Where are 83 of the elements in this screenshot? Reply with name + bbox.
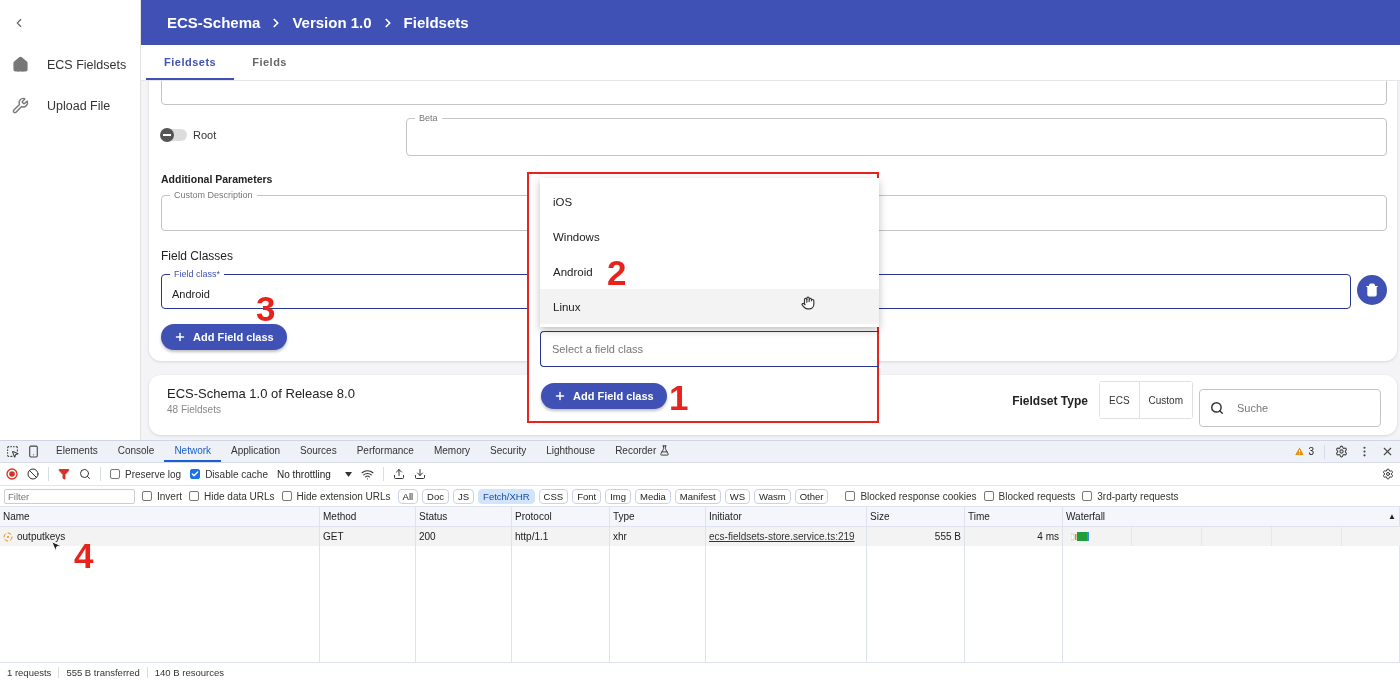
column-header[interactable]: Initiator — [706, 507, 867, 527]
checkbox-option[interactable]: Hide extension URLs — [281, 490, 391, 502]
devtools-tab[interactable]: Lighthouse — [536, 441, 606, 462]
beta-field[interactable]: Beta — [406, 114, 1387, 156]
search-placeholder: Suche — [1237, 402, 1269, 414]
menu-option[interactable]: Linux — [540, 289, 879, 324]
type-filter-chip[interactable]: CSS — [538, 488, 569, 504]
field-placeholder: Select a field class — [552, 343, 644, 355]
devtools-tab[interactable]: Sources — [290, 441, 347, 462]
type-filter-chip[interactable]: Font — [572, 488, 602, 504]
table-cell: xhr — [610, 527, 706, 546]
field-label: Beta — [418, 114, 439, 123]
checkbox-option[interactable]: Blocked requests — [983, 490, 1076, 502]
checkbox-option[interactable]: Hide data URLs — [189, 490, 275, 502]
menu-option[interactable]: iOS — [540, 184, 879, 219]
devtools-tab[interactable]: Application — [221, 441, 290, 462]
sidebar-item[interactable]: ECS Fieldsets — [12, 44, 140, 85]
field-label: Field class* — [173, 270, 221, 279]
devtools-tab[interactable]: Memory — [423, 441, 481, 462]
menu-option[interactable]: Windows — [540, 219, 879, 254]
type-filter-chip[interactable]: JS — [453, 488, 475, 504]
devtools-tab[interactable]: Network — [164, 441, 222, 462]
sort-indicator: ▲ — [1388, 512, 1396, 521]
devtools-tab[interactable]: Security — [480, 441, 537, 462]
status-text: 1 requests — [0, 666, 60, 678]
field-class-field[interactable]: Select a field class — [540, 331, 879, 367]
checkbox-option[interactable]: Blocked response cookies — [845, 490, 977, 502]
column-header[interactable]: Waterfall ▲ — [1063, 507, 1400, 527]
column-header[interactable]: Name — [0, 507, 320, 527]
filter-placeholder: Filter — [8, 490, 30, 502]
warning-count[interactable]: 3 — [1308, 446, 1314, 457]
table-cell: GET — [320, 527, 416, 546]
request-name: outputkeys — [17, 531, 66, 542]
type-filter-chip[interactable]: Img — [605, 488, 631, 504]
column-header[interactable]: Type — [610, 507, 706, 527]
table-cell: 200 — [416, 527, 512, 546]
add-button[interactable]: Add Field class — [161, 324, 287, 350]
type-toggle[interactable]: Custom — [1138, 382, 1192, 418]
column-header[interactable]: Status — [416, 507, 512, 527]
type-filter-chip[interactable]: Fetch/XHR — [478, 488, 535, 504]
checkbox-option[interactable]: 3rd-party requests — [1082, 490, 1179, 502]
checkbox-option[interactable]: Preserve log — [110, 468, 182, 480]
breadcrumb-item[interactable]: Version 1.0 — [292, 14, 372, 31]
devtools-tab[interactable]: Elements — [46, 441, 108, 462]
type-filter-chip[interactable]: Other — [794, 488, 829, 504]
checkbox-option[interactable]: Disable cache — [190, 468, 268, 480]
field-label: Custom Description — [173, 191, 254, 200]
table-cell: 555 B — [867, 527, 965, 546]
column-header[interactable]: Method — [320, 507, 416, 527]
filter-field[interactable]: Filter — [4, 488, 135, 504]
devtools-tab[interactable]: Performance — [346, 441, 424, 462]
column-header[interactable]: Protocol — [512, 507, 610, 527]
section-heading: Additional Parameters — [161, 173, 273, 185]
table-cell: 4 ms — [965, 527, 1063, 546]
section-heading: Field Classes — [161, 249, 234, 263]
throttling-dropdown[interactable]: No throttling — [276, 468, 352, 480]
column-header[interactable]: Size — [867, 507, 965, 527]
sidebar-item[interactable]: Upload File — [12, 85, 140, 126]
card-title: ECS-Schema 1.0 of Release 8.0 — [167, 386, 355, 401]
fieldset-count: 48 Fieldsets — [167, 404, 221, 415]
devtools-tab[interactable]: Console — [107, 441, 165, 462]
search-field[interactable]: Suche — [1199, 389, 1381, 427]
add-button[interactable]: Add Field class — [541, 383, 667, 409]
annotation-number: 2 — [607, 255, 627, 290]
toggle-label: Root — [193, 129, 217, 141]
checkbox-option[interactable]: Invert — [142, 490, 182, 502]
status-text: 140 B resources — [153, 666, 225, 678]
field-value: Android — [172, 287, 210, 300]
type-filter-chip[interactable]: WS — [724, 488, 751, 504]
column-header[interactable]: Time — [965, 507, 1063, 527]
breadcrumb-item[interactable]: Fieldsets — [403, 14, 469, 31]
type-filter-chip[interactable]: Wasm — [754, 488, 791, 504]
devtools-tab[interactable]: Recorder — [605, 441, 681, 462]
annotation-number: 1 — [669, 380, 689, 415]
type-filter-chip[interactable]: Doc — [422, 488, 449, 504]
table-cell: http/1.1 — [512, 527, 610, 546]
status-text: 555 B transferred — [59, 666, 148, 678]
type-filter-chip[interactable]: All — [397, 488, 419, 504]
filter-label: Fieldset Type — [1012, 394, 1088, 408]
breadcrumb-item[interactable]: ECS-Schema — [167, 14, 261, 31]
tab[interactable]: Fields — [234, 45, 305, 80]
type-filter-chip[interactable]: Manifest — [674, 488, 721, 504]
type-filter-chip[interactable]: Media — [635, 488, 671, 504]
